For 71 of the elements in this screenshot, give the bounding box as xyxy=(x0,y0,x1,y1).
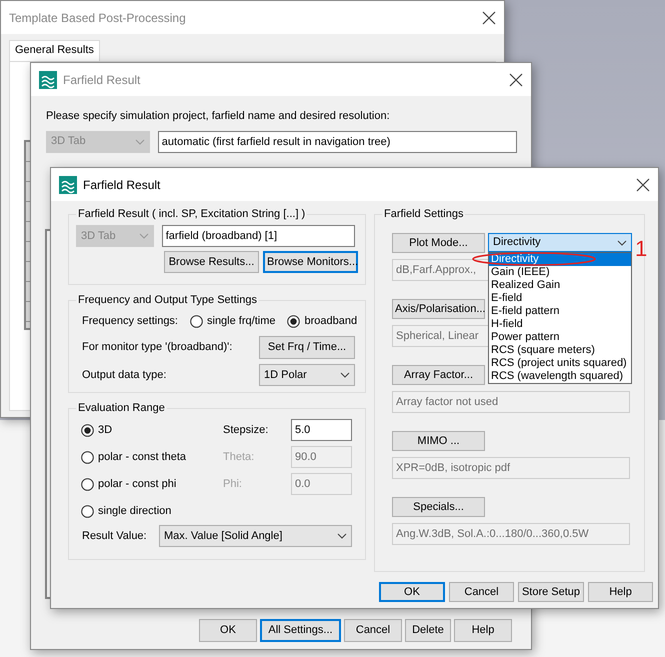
wave-logo-icon xyxy=(39,70,57,88)
button[interactable]: Set Frq / Time... xyxy=(259,336,355,359)
button[interactable]: Cancel xyxy=(449,582,514,602)
button[interactable]: Store Setup xyxy=(518,582,584,602)
chevron-icon xyxy=(617,240,627,246)
dropdown-option[interactable]: Realized Gain xyxy=(489,279,631,292)
chevron-icon xyxy=(337,533,347,539)
label: Theta: xyxy=(223,450,256,465)
radio-label: single direction xyxy=(98,504,172,519)
button[interactable]: Cancel xyxy=(344,619,402,642)
button[interactable]: Specials... xyxy=(392,497,485,517)
button[interactable]: All Settings... xyxy=(260,619,341,642)
dropdown-option[interactable]: RCS (project units squared) xyxy=(489,357,631,370)
radio-label: single frq/time xyxy=(207,314,276,329)
dropdown-option[interactable]: E-field xyxy=(489,292,631,305)
dropdown-option[interactable]: H-field xyxy=(489,318,631,331)
dropdown[interactable]: Directivity xyxy=(488,233,632,252)
button[interactable]: Browse Results... xyxy=(164,251,259,273)
window-title: Farfield Result xyxy=(63,72,140,88)
window-title: Farfield Result xyxy=(83,176,160,194)
input-field[interactable]: Ang.W.3dB, Sol.A.:0...180/0...360,0.5W xyxy=(392,523,630,545)
dropdown-option[interactable]: E-field pattern xyxy=(489,305,631,318)
window-title: Template Based Post-Processing xyxy=(9,10,186,26)
button[interactable]: OK xyxy=(379,582,445,602)
dropdown-option[interactable]: RCS (wavelength squared) xyxy=(489,370,631,383)
close-icon[interactable] xyxy=(636,178,650,192)
button[interactable]: MIMO ... xyxy=(392,431,485,451)
button[interactable]: OK xyxy=(199,619,257,642)
label: Stepsize: xyxy=(223,422,270,438)
radio-button[interactable] xyxy=(81,504,94,518)
dropdown-option[interactable]: RCS (square meters) xyxy=(489,344,631,357)
input-field[interactable]: farfield (broadband) [1] xyxy=(162,225,355,247)
radio-label: 3D xyxy=(98,422,112,438)
button[interactable]: Help xyxy=(454,619,512,642)
group-title: Farfield Settings xyxy=(383,207,464,221)
radio-button[interactable] xyxy=(190,314,203,328)
button[interactable]: Plot Mode... xyxy=(392,233,485,253)
button[interactable]: Help xyxy=(588,582,653,602)
label: Result Value: xyxy=(82,528,148,544)
radio-button[interactable] xyxy=(287,314,300,328)
button[interactable]: Array Factor... xyxy=(392,365,485,385)
close-icon[interactable] xyxy=(509,72,523,86)
close-icon[interactable] xyxy=(482,10,496,24)
label: For monitor type '(broadband)': xyxy=(82,340,232,356)
wave-logo-icon xyxy=(59,176,77,194)
prompt-text: Please specify simulation project, farfield name and desired resolution: xyxy=(46,109,391,124)
radio-label: polar - const theta xyxy=(98,450,186,465)
group-title: Frequency and Output Type Settings xyxy=(77,293,258,307)
chevron-icon xyxy=(134,138,145,144)
label: Phi: xyxy=(223,476,243,492)
radio-label: polar - const phi xyxy=(98,476,176,492)
chevron-icon xyxy=(138,233,149,239)
dropdown[interactable]: Max. Value [Solid Angle] xyxy=(159,525,352,547)
dropdown[interactable]: 1D Polar xyxy=(259,364,355,386)
button[interactable]: Axis/Polarisation... xyxy=(392,299,485,319)
dropdown-option[interactable]: Power pattern xyxy=(489,331,631,344)
input-field[interactable]: XPR=0dB, isotropic pdf xyxy=(392,457,630,479)
label: Frequency settings: xyxy=(82,314,178,329)
dropdown-option[interactable]: Gain (IEEE) xyxy=(489,266,631,279)
label: Output data type: xyxy=(82,368,166,383)
tab[interactable]: General Results xyxy=(9,40,100,61)
radio-button[interactable] xyxy=(81,424,94,436)
button[interactable]: Delete xyxy=(405,619,451,642)
input-field[interactable]: 5.0 xyxy=(291,419,352,441)
annotation-number: 1 xyxy=(635,238,648,260)
radio-label: broadband xyxy=(304,314,358,329)
chevron-icon xyxy=(340,372,350,378)
group-title: Farfield Result ( incl. SP, Excitation String [...] ) xyxy=(77,207,306,221)
group-title: Evaluation Range xyxy=(77,401,166,415)
input-field[interactable]: automatic (first farfield result in navigation tree) xyxy=(158,130,517,152)
input-field[interactable]: Array factor not used xyxy=(392,391,630,413)
